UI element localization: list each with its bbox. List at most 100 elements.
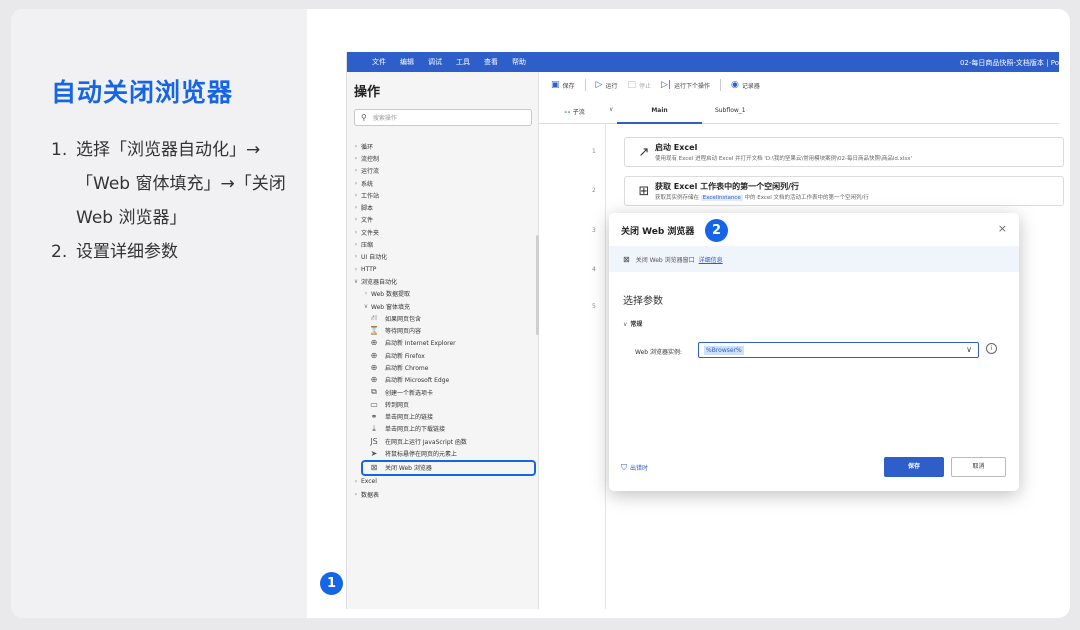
hourglass-icon: ⌛ bbox=[369, 326, 379, 336]
sidebar-group[interactable]: › 循环 bbox=[347, 140, 539, 152]
sidebar-action[interactable]: ⊕ 启动新 Internet Explorer bbox=[347, 337, 539, 349]
sidebar-action[interactable]: ⤓ 单击网页上的下载链接 bbox=[347, 423, 539, 435]
sidebar-group[interactable]: › 压缩 bbox=[347, 238, 539, 250]
steps-list: 1. 选择「浏览器自动化」→「Web 窗体填充」→「关闭 Web 浏览器」 2.… bbox=[51, 133, 291, 269]
browser-instance-label: Web 浏览器实例: bbox=[635, 349, 683, 356]
toolbar: ▣ 保存 ▷ 运行 □ 停止 ▷| 运行下个操作 ◉ 记录器 bbox=[539, 72, 1059, 98]
step-badge-1: 1 bbox=[320, 572, 343, 595]
js-icon: JS bbox=[370, 436, 378, 446]
menu-help[interactable]: 帮助 bbox=[512, 57, 526, 67]
group-label: 常规 bbox=[630, 321, 643, 328]
group-general[interactable]: ∨ 常规 bbox=[623, 319, 642, 328]
sidebar-group-label: 文件夹 bbox=[361, 229, 380, 237]
new-tab-icon: ⧉ bbox=[371, 387, 377, 397]
menu-edit[interactable]: 编辑 bbox=[400, 57, 414, 67]
dialog-info-bar: ⊠ 关闭 Web 浏览器窗口 详细信息 bbox=[609, 246, 1019, 272]
sidebar-action-label: 转到网页 bbox=[385, 401, 410, 409]
save-button[interactable]: ▣ 保存 bbox=[551, 80, 575, 90]
sidebar-action[interactable]: ▭ 转到网页 bbox=[347, 398, 539, 410]
sidebar-group-label: 流控制 bbox=[361, 155, 380, 163]
subflows-dropdown[interactable]: ⸰⸰ 子流 bbox=[564, 107, 585, 116]
tab-main[interactable]: Main bbox=[617, 98, 702, 124]
window-title: 02-每日商品快照-文档版本 | Po bbox=[959, 59, 1059, 67]
browser-instance-value: %Browser% bbox=[704, 345, 744, 355]
run-label: 运行 bbox=[605, 82, 618, 90]
browser-instance-select[interactable]: %Browser% ∨ bbox=[698, 342, 979, 358]
sidebar-action[interactable]: ⧉ 创建一个新选项卡 bbox=[347, 386, 539, 398]
sidebar-action-label: 启动新 Firefox bbox=[385, 352, 425, 360]
variable-token: ExcelInstance bbox=[700, 195, 743, 201]
sidebar-action-label: 启动新 Chrome bbox=[385, 364, 429, 372]
sidebar-action-label: 将鼠标悬停在网页的元素上 bbox=[385, 451, 458, 459]
flow-action-get-free-row[interactable]: ⊞ 获取 Excel 工作表中的第一个空闲列/行 获取其实例存储在 ExcelI… bbox=[624, 176, 1064, 206]
run-button[interactable]: ▷ 运行 bbox=[596, 80, 618, 90]
actions-sidebar: 操作 ⚲ 搜索操作 › 循环 › 流控制 › 运行流 › 系统 › 工作站 › 脚本 › 文件 › 文件夹 › 压… bbox=[347, 72, 539, 609]
sidebar-group[interactable]: › 脚本 bbox=[347, 201, 539, 213]
step-badge-2: 2 bbox=[705, 219, 728, 242]
chevron-right-icon: › bbox=[354, 478, 358, 486]
shield-icon: ⛉ bbox=[621, 463, 627, 472]
chevron-right-icon: › bbox=[354, 253, 358, 261]
chevron-right-icon: › bbox=[354, 265, 358, 273]
stop-button[interactable]: □ 停止 bbox=[627, 80, 651, 90]
desc-text: 获取其实例存储在 bbox=[655, 195, 701, 201]
sidebar-group[interactable]: › HTTP bbox=[347, 263, 539, 275]
sidebar-group[interactable]: › 流控制 bbox=[347, 152, 539, 164]
details-link[interactable]: 详细信息 bbox=[699, 255, 723, 264]
sidebar-group-browser-automation[interactable]: ∨ 浏览器自动化 bbox=[347, 275, 539, 287]
line-number: 2 bbox=[592, 187, 596, 194]
sidebar-action[interactable]: ⛙ 如果网页包含 bbox=[347, 312, 539, 324]
step-number: 2. bbox=[51, 242, 68, 262]
sidebar-group[interactable]: › 系统 bbox=[347, 177, 539, 189]
step-icon: ▷| bbox=[661, 80, 671, 90]
excel-launch-icon: ↗ bbox=[638, 144, 650, 160]
menu-view[interactable]: 查看 bbox=[484, 57, 498, 67]
sidebar-action[interactable]: ⌛ 等待网页内容 bbox=[347, 324, 539, 336]
sidebar-action-close-browser[interactable]: ⊠ 关闭 Web 浏览器 bbox=[361, 459, 536, 476]
chevron-right-icon: › bbox=[354, 191, 358, 199]
info-icon[interactable]: i bbox=[986, 343, 997, 354]
sidebar-action[interactable]: JS 在网页上运行 JavaScript 函数 bbox=[347, 435, 539, 447]
recorder-button[interactable]: ◉ 记录器 bbox=[731, 80, 760, 90]
dialog-info-text: 关闭 Web 浏览器窗口 bbox=[635, 256, 695, 264]
sidebar-action[interactable]: ⊕ 启动新 Microsoft Edge bbox=[347, 374, 539, 386]
dialog-title: 关闭 Web 浏览器 bbox=[621, 227, 695, 237]
play-icon: ▷ bbox=[595, 80, 603, 90]
dialog-save-button[interactable]: 保存 bbox=[884, 457, 944, 477]
on-error-button[interactable]: ⛉ 出错时 bbox=[621, 463, 648, 473]
sidebar-group-label: 运行流 bbox=[361, 168, 380, 176]
sidebar-group[interactable]: › 数据表 bbox=[347, 488, 539, 500]
sidebar-group[interactable]: › 运行流 bbox=[347, 165, 539, 177]
sidebar-action-label: 关闭 Web 浏览器 bbox=[385, 465, 432, 473]
sidebar-group[interactable]: › 文件夹 bbox=[347, 226, 539, 238]
sidebar-group[interactable]: › 工作站 bbox=[347, 189, 539, 201]
sidebar-group[interactable]: › UI 自动化 bbox=[347, 251, 539, 263]
menu-file[interactable]: 文件 bbox=[372, 57, 386, 67]
sidebar-group[interactable]: › 文件 bbox=[347, 214, 539, 226]
menu-debug[interactable]: 调试 bbox=[428, 57, 442, 67]
chevron-right-icon: › bbox=[354, 142, 358, 150]
dialog-cancel-button[interactable]: 取消 bbox=[951, 457, 1006, 477]
tab-subflow-1[interactable]: Subflow_1 bbox=[715, 107, 746, 114]
sidebar-subgroup[interactable]: ∨ Web 窗体填充 bbox=[347, 300, 539, 312]
browser-window-icon: ▭ bbox=[370, 399, 378, 409]
close-icon[interactable]: × bbox=[998, 222, 1007, 235]
chevron-down-icon[interactable]: ∨ bbox=[609, 106, 613, 113]
menu-bar: 文件 编辑 调试 工具 查看 帮助 02-每日商品快照-文档版本 | Po bbox=[347, 52, 1059, 72]
actions-tree: › 循环 › 流控制 › 运行流 › 系统 › 工作站 › 脚本 › 文件 › 文件夹 › 压缩 › UI 自动化 › H… bbox=[347, 140, 539, 500]
action-description: 使用现有 Excel 进程启动 Excel 并打开文档 'D:\我的坚果云\常用… bbox=[655, 154, 912, 162]
sidebar-group[interactable]: › Excel bbox=[347, 476, 539, 488]
run-next-button[interactable]: ▷| 运行下个操作 bbox=[661, 80, 710, 90]
menu-tools[interactable]: 工具 bbox=[456, 57, 470, 67]
dialog-footer: ⛉ 出错时 保存 取消 bbox=[609, 445, 1019, 491]
save-label: 保存 bbox=[562, 82, 575, 90]
chevron-down-icon: ∨ bbox=[353, 277, 359, 285]
chevron-right-icon: › bbox=[354, 204, 358, 212]
sidebar-action[interactable]: ⊕ 启动新 Chrome bbox=[347, 361, 539, 373]
sidebar-action[interactable]: ⊕ 启动新 Firefox bbox=[347, 349, 539, 361]
flow-action-launch-excel[interactable]: ↗ 启动 Excel 使用现有 Excel 进程启动 Excel 并打开文档 '… bbox=[624, 137, 1064, 167]
sidebar-subgroup[interactable]: › Web 数据提取 bbox=[347, 288, 539, 300]
sidebar-action[interactable]: ⚭ 单击网页上的链接 bbox=[347, 411, 539, 423]
search-input[interactable]: ⚲ 搜索操作 bbox=[354, 109, 532, 126]
sidebar-action[interactable]: ➤ 将鼠标悬停在网页的元素上 bbox=[347, 447, 539, 459]
